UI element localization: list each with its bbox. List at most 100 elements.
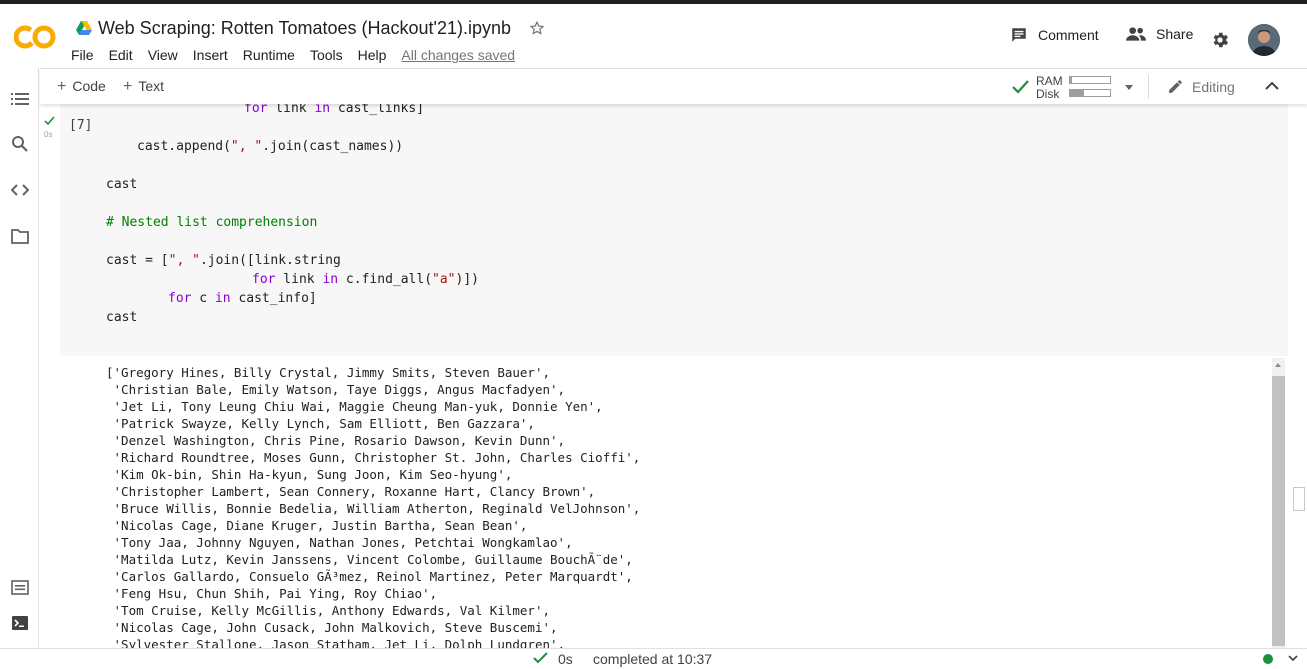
chevron-down-icon[interactable] [1288,655,1298,662]
plus-icon: + [57,78,67,95]
code-line: cast [106,308,137,327]
terminal-icon[interactable] [11,614,29,632]
toolbar-divider [1148,75,1149,99]
code-icon[interactable] [11,181,29,199]
page-scrollbar-thumb[interactable] [1293,487,1305,511]
output-line: 'Kim Ok-bin, Shin Ha-kyun, Sung Joon, Ki… [106,467,513,482]
code-token: link [267,104,315,116]
avatar-photo [1248,24,1280,56]
output-line: 'Jet Li, Tony Leung Chiu Wai, Maggie Che… [106,399,603,414]
output-line: 'Tony Jaa, Johnny Nguyen, Nathan Jones, … [106,535,573,550]
colab-logo[interactable] [14,22,56,52]
menu-tools[interactable]: Tools [310,47,343,63]
output-line: 'Sylvester Stallone, Jason Statham, Jet … [106,637,566,648]
cell-run-time: 0s [44,130,53,139]
title-row: Web Scraping: Rotten Tomatoes (Hackout'2… [76,15,545,41]
code-token: link [275,272,323,287]
add-text-label: Text [138,78,165,94]
star-icon[interactable] [529,20,545,36]
code-token: ", " [168,253,200,268]
ram-label: RAM [1036,74,1063,88]
code-token: for [244,104,268,116]
code-token: ", " [230,139,263,154]
notebook-toolbar: + Code + Text RAM Disk Editing [40,68,1307,104]
add-text-button[interactable]: + Text [123,78,164,96]
plus-icon: + [123,78,133,95]
chevron-down-icon[interactable] [1125,85,1133,90]
code-token: "a" [432,272,456,287]
comment-button[interactable]: Comment [1010,26,1099,44]
code-line: cast.append(", ".join(cast_names)) [137,137,403,156]
output-line: 'Carlos Gallardo, Consuelo GÃ³mez, Reino… [106,569,633,584]
code-token: cast = [ [106,253,169,268]
avatar[interactable] [1248,24,1280,56]
status-completed-text[interactable]: completed at 10:37 [593,651,712,667]
editing-label: Editing [1192,78,1235,95]
output-line: 'Patrick Swayze, Kelly Lynch, Sam Elliot… [106,416,535,431]
folder-icon[interactable] [11,227,29,245]
status-run-time: 0s [558,651,573,667]
code-token: cast [106,310,138,325]
resource-monitor[interactable]: RAM Disk [1012,73,1142,101]
share-icon [1126,27,1146,41]
comment-label: Comment [1038,27,1099,43]
editing-mode-button[interactable]: Editing [1167,78,1235,95]
scroll-up-arrow-icon[interactable] [1275,363,1281,367]
output-line: 'Richard Roundtree, Moses Gunn, Christop… [106,450,641,465]
status-bar: 0s completed at 10:37 [0,648,1307,669]
output-line: 'Matilda Lutz, Kevin Janssens, Vincent C… [106,552,633,567]
output-line: 'Bruce Willis, Bonnie Bedelia, William A… [106,501,641,516]
search-icon[interactable] [11,135,29,153]
output-line: 'Christian Bale, Emily Watson, Taye Digg… [106,382,566,397]
terminal-list-icon[interactable] [11,579,29,597]
menu-icon[interactable] [11,90,29,108]
menu-help[interactable]: Help [358,47,387,63]
code-token: c [191,291,215,306]
code-token: cast.append( [137,139,231,154]
menu-view[interactable]: View [148,47,178,63]
code-token: for [168,291,192,306]
menu-insert[interactable]: Insert [193,47,228,63]
execution-count: [7] [69,118,93,133]
code-token: cast [106,177,138,192]
share-button[interactable]: Share [1126,26,1193,42]
code-token: c.find_all( [338,272,433,287]
code-line: for c in cast_info] [168,289,317,308]
code-token: cast_info] [230,291,317,306]
runtime-status-dot[interactable] [1263,654,1273,664]
drive-icon [76,21,92,35]
output-line: 'Nicolas Cage, Diane Kruger, Justin Bart… [106,518,528,533]
notebook-title[interactable]: Web Scraping: Rotten Tomatoes (Hackout'2… [98,18,511,39]
output-line: 'Nicolas Cage, John Cusack, John Malkovi… [106,620,558,635]
share-label: Share [1156,26,1194,42]
code-token: in [314,104,331,116]
menu-file[interactable]: File [71,47,94,63]
output-line: 'Denzel Washington, Chris Pine, Rosario … [106,433,566,448]
menu-bar: File Edit View Insert Runtime Tools Help… [71,47,530,63]
code-cell-editor[interactable]: for link in cast_links] cast.append(", ".… [60,104,1288,356]
gear-icon[interactable] [1210,30,1230,50]
output-line: 'Feng Hsu, Chun Shih, Pai Ying, Roy Chia… [106,586,438,601]
comment-icon [1012,28,1026,42]
code-token: # Nested list comprehension [106,215,318,230]
add-code-button[interactable]: + Code [57,78,106,96]
menu-edit[interactable]: Edit [109,47,133,63]
code-token: for [252,272,276,287]
code-line: cast [106,175,137,194]
check-icon [1012,80,1029,94]
cell-output: ['Gregory Hines, Billy Crystal, Jimmy Sm… [60,356,1272,648]
output-scrollbar[interactable] [1272,358,1285,648]
chevron-up-icon[interactable] [1265,81,1279,91]
save-status-link[interactable]: All changes saved [401,47,515,63]
ram-usage-fill [1070,77,1072,83]
menu-runtime[interactable]: Runtime [243,47,295,63]
code-line: cast = [", ".join([link.string [106,251,341,270]
output-line: ['Gregory Hines, Billy Crystal, Jimmy Sm… [106,365,551,380]
cell-run-status-check-icon [44,116,55,126]
code-line: for link in cast_links] [244,104,424,118]
code-token: .join([link.string [199,253,341,268]
code-token: cast_links] [330,104,425,116]
add-code-label: Code [72,78,106,94]
code-line: # Nested list comprehension [106,213,317,232]
scrollbar-thumb[interactable] [1272,376,1285,646]
